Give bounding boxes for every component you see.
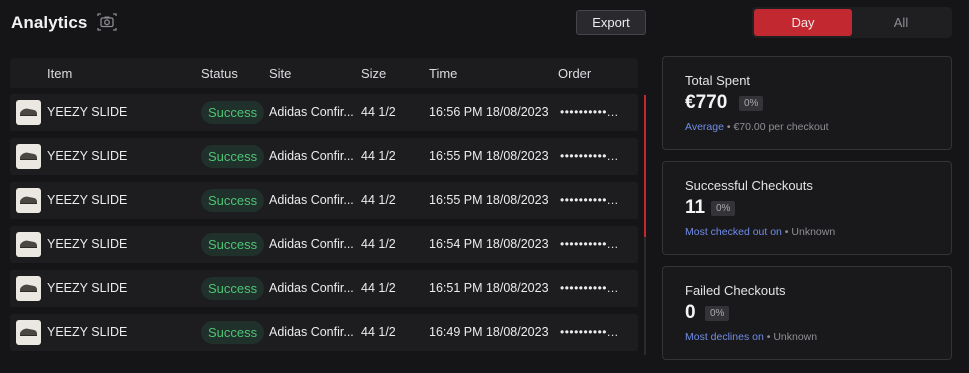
column-header-order[interactable]: Order [558, 66, 591, 81]
table-scroll-thumb[interactable] [644, 95, 646, 237]
item-name: YEEZY SLIDE [47, 237, 128, 251]
card-detail: Unknown [773, 331, 818, 343]
time-value: 16:55 PM 18/08/2023 [429, 149, 549, 163]
toggle-all[interactable]: All [852, 9, 950, 36]
card-title: Successful Checkouts [685, 178, 813, 193]
checkouts-table: Item Status Site Size Time Order YEEZY S… [10, 58, 638, 354]
change-badge: 0% [711, 201, 736, 216]
order-number: ••••••••••... [560, 325, 619, 339]
column-header-size[interactable]: Size [361, 66, 386, 81]
size-value: 44 1/2 [361, 149, 396, 163]
site-name: Adidas Confir... [269, 193, 354, 207]
table-row[interactable]: YEEZY SLIDE Success Adidas Confir... 44 1/2… [10, 138, 638, 175]
site-name: Adidas Confir... [269, 237, 354, 251]
table-row[interactable]: YEEZY SLIDE Success Adidas Confir... 44 1/2… [10, 270, 638, 307]
size-value: 44 1/2 [361, 193, 396, 207]
table-row[interactable]: YEEZY SLIDE Success Adidas Confir... 44 1/2… [10, 314, 638, 351]
table-header: Item Status Site Size Time Order [10, 58, 638, 88]
product-thumbnail [16, 100, 41, 125]
card-title: Failed Checkouts [685, 283, 786, 298]
product-thumbnail [16, 320, 41, 345]
slide-shoe-icon [19, 194, 38, 208]
card-value: 11 [685, 197, 706, 218]
card-detail: Unknown [791, 226, 836, 238]
size-value: 44 1/2 [361, 281, 396, 295]
card-footer: Most declines on • Unknown [685, 331, 817, 343]
site-name: Adidas Confir... [269, 149, 354, 163]
size-value: 44 1/2 [361, 325, 396, 339]
slide-shoe-icon [19, 282, 38, 296]
order-number: ••••••••••... [560, 193, 619, 207]
site-name: Adidas Confir... [269, 325, 354, 339]
card-footer: Average • €70.00 per checkout [685, 121, 829, 133]
column-header-site[interactable]: Site [269, 66, 291, 81]
item-name: YEEZY SLIDE [47, 281, 128, 295]
product-thumbnail [16, 276, 41, 301]
failed-checkouts-card: Failed Checkouts 0 0% Most declines on •… [662, 266, 952, 360]
card-value: 0 [685, 302, 696, 323]
card-title: Total Spent [685, 73, 751, 88]
slide-shoe-icon [19, 106, 38, 120]
separator: • [763, 331, 774, 343]
status-badge: Success [201, 321, 265, 344]
time-value: 16:49 PM 18/08/2023 [429, 325, 549, 339]
size-value: 44 1/2 [361, 105, 396, 119]
order-number: ••••••••••... [560, 149, 619, 163]
status-badge: Success [201, 145, 265, 168]
item-name: YEEZY SLIDE [47, 105, 128, 119]
status-badge: Success [201, 233, 265, 256]
time-value: 16:55 PM 18/08/2023 [429, 193, 549, 207]
order-number: ••••••••••... [560, 237, 619, 251]
site-name: Adidas Confir... [269, 281, 354, 295]
separator: • [723, 121, 734, 133]
status-badge: Success [201, 189, 265, 212]
most-checked-out-link[interactable]: Most checked out on [685, 226, 782, 238]
analytics-page: Analytics Export Day All Item Status Sit… [0, 0, 969, 373]
export-button[interactable]: Export [576, 10, 646, 35]
table-row[interactable]: YEEZY SLIDE Success Adidas Confir... 44 1/2… [10, 226, 638, 263]
column-header-status[interactable]: Status [201, 66, 238, 81]
page-title: Analytics [11, 13, 88, 32]
product-thumbnail [16, 188, 41, 213]
time-value: 16:54 PM 18/08/2023 [429, 237, 549, 251]
status-badge: Success [201, 101, 265, 124]
table-row[interactable]: YEEZY SLIDE Success Adidas Confir... 44 1/2… [10, 182, 638, 219]
time-value: 16:56 PM 18/08/2023 [429, 105, 549, 119]
column-header-time[interactable]: Time [429, 66, 457, 81]
item-name: YEEZY SLIDE [47, 325, 128, 339]
site-name: Adidas Confir... [269, 105, 354, 119]
slide-shoe-icon [19, 238, 38, 252]
card-detail: €70.00 per checkout [733, 121, 829, 133]
size-value: 44 1/2 [361, 237, 396, 251]
table-row[interactable]: YEEZY SLIDE Success Adidas Confir... 44 1/2… [10, 94, 638, 131]
card-footer: Most checked out on • Unknown [685, 226, 835, 238]
card-value: €770 [685, 92, 728, 113]
period-toggle: Day All [752, 7, 952, 38]
time-value: 16:51 PM 18/08/2023 [429, 281, 549, 295]
change-badge: 0% [705, 306, 730, 321]
change-badge: 0% [739, 96, 764, 111]
item-name: YEEZY SLIDE [47, 193, 128, 207]
separator: • [781, 226, 792, 238]
product-thumbnail [16, 232, 41, 257]
toggle-day[interactable]: Day [754, 9, 852, 36]
order-number: ••••••••••... [560, 281, 619, 295]
camera-icon[interactable] [97, 13, 117, 31]
most-declines-link[interactable]: Most declines on [685, 331, 764, 343]
successful-checkouts-card: Successful Checkouts 11 0% Most checked … [662, 161, 952, 255]
product-thumbnail [16, 144, 41, 169]
status-badge: Success [201, 277, 265, 300]
total-spent-card: Total Spent €770 0% Average • €70.00 per… [662, 56, 952, 150]
slide-shoe-icon [19, 150, 38, 164]
slide-shoe-icon [19, 326, 38, 340]
item-name: YEEZY SLIDE [47, 149, 128, 163]
average-link[interactable]: Average [685, 121, 724, 133]
order-number: ••••••••••... [560, 105, 619, 119]
column-header-item[interactable]: Item [47, 66, 72, 81]
